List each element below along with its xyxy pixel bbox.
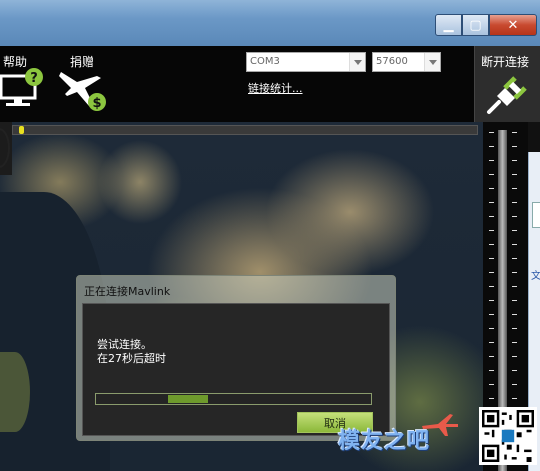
zoom-slider-tick bbox=[489, 174, 494, 175]
zoom-slider-tick bbox=[512, 356, 517, 357]
zoom-slider-tick bbox=[489, 230, 494, 231]
watermark-text: 模友之吧 bbox=[338, 429, 431, 454]
zoom-slider-tick bbox=[512, 398, 517, 399]
close-button[interactable]: ✕ bbox=[489, 14, 537, 36]
zoom-slider-tick bbox=[512, 132, 517, 133]
zoom-slider-tick bbox=[512, 216, 517, 217]
zoom-slider-tick bbox=[489, 370, 494, 371]
port-select[interactable]: COM3 bbox=[246, 52, 366, 72]
disconnect-label: 断开连接 bbox=[481, 55, 530, 69]
zoom-slider-tick bbox=[512, 300, 517, 301]
zoom-slider-tick bbox=[489, 286, 494, 287]
zoom-slider-tick bbox=[512, 174, 517, 175]
connection-status-text: 尝试连接。 在27秒后超时 bbox=[97, 338, 166, 365]
zoom-slider-tick bbox=[489, 384, 494, 385]
link-stats-link[interactable]: 链接统计... bbox=[248, 80, 303, 96]
maximize-button[interactable]: ▢ bbox=[462, 14, 489, 36]
close-icon: ✕ bbox=[507, 17, 519, 33]
progress-bar-fill bbox=[168, 395, 208, 403]
zoom-slider-tick bbox=[512, 342, 517, 343]
zoom-slider-tick bbox=[489, 398, 494, 399]
zoom-slider-tick bbox=[512, 258, 517, 259]
zoom-slider-tick bbox=[489, 356, 494, 357]
zoom-slider-tick bbox=[489, 160, 494, 161]
dialog-title: 正在连接Mavlink bbox=[84, 285, 171, 298]
chevron-down-icon[interactable] bbox=[349, 53, 365, 71]
zoom-slider-tick bbox=[489, 216, 494, 217]
zoom-slider-tick bbox=[489, 272, 494, 273]
zoom-slider-tick bbox=[512, 286, 517, 287]
maximize-icon: ▢ bbox=[469, 17, 482, 33]
zoom-slider-tick bbox=[489, 258, 494, 259]
baud-select[interactable]: 57600 bbox=[372, 52, 441, 72]
zoom-scrollbar-thumb[interactable] bbox=[19, 126, 24, 134]
side-window-text: 文 bbox=[531, 271, 540, 282]
zoom-slider-tick bbox=[512, 244, 517, 245]
zoom-scrollbar[interactable] bbox=[12, 125, 478, 135]
zoom-slider-tick bbox=[512, 328, 517, 329]
minimize-button[interactable]: ▁ bbox=[435, 14, 462, 36]
side-window-scrollbar[interactable] bbox=[532, 202, 540, 228]
zoom-slider-tick bbox=[512, 202, 517, 203]
zoom-slider-tick bbox=[512, 146, 517, 147]
minimize-icon: ▁ bbox=[443, 17, 454, 33]
zoom-slider-tick bbox=[489, 342, 494, 343]
svg-text:$: $ bbox=[92, 96, 101, 111]
zoom-slider-tick bbox=[512, 188, 517, 189]
disconnect-button[interactable]: 断开连接 bbox=[474, 46, 540, 122]
help-monitor-icon[interactable]: ? bbox=[0, 68, 45, 108]
zoom-slider-tick bbox=[512, 314, 517, 315]
zoom-slider-tick bbox=[489, 146, 494, 147]
port-value: COM3 bbox=[250, 56, 280, 67]
zoom-slider-tick bbox=[512, 160, 517, 161]
zoom-slider-tick bbox=[512, 230, 517, 231]
svg-text:?: ? bbox=[30, 71, 38, 86]
zoom-slider-tick bbox=[512, 272, 517, 273]
zoom-slider-tick bbox=[489, 244, 494, 245]
connection-progress-bar bbox=[95, 393, 372, 405]
map-land-region bbox=[0, 352, 30, 432]
donate-plane-icon[interactable]: $ bbox=[57, 68, 109, 112]
window-titlebar: ▁ ▢ ✕ bbox=[0, 0, 540, 46]
zoom-slider-tick bbox=[489, 132, 494, 133]
plug-icon bbox=[487, 76, 527, 114]
zoom-slider-tick bbox=[489, 188, 494, 189]
dialog-body: 尝试连接。 在27秒后超时 取消 bbox=[82, 303, 390, 436]
connecting-dialog: 正在连接Mavlink 尝试连接。 在27秒后超时 取消 bbox=[76, 275, 396, 441]
zoom-slider-tick bbox=[489, 202, 494, 203]
zoom-slider-tick bbox=[512, 370, 517, 371]
zoom-slider-tick bbox=[489, 328, 494, 329]
baud-value: 57600 bbox=[376, 56, 408, 67]
chevron-down-icon[interactable] bbox=[424, 53, 440, 71]
zoom-slider-tick bbox=[489, 314, 494, 315]
zoom-slider-tick bbox=[512, 384, 517, 385]
main-toolbar: 帮助 ? 捐赠 $ COM3 57600 链接统计... bbox=[0, 46, 540, 122]
zoom-slider-tick bbox=[489, 300, 494, 301]
qr-code-icon bbox=[479, 407, 537, 465]
